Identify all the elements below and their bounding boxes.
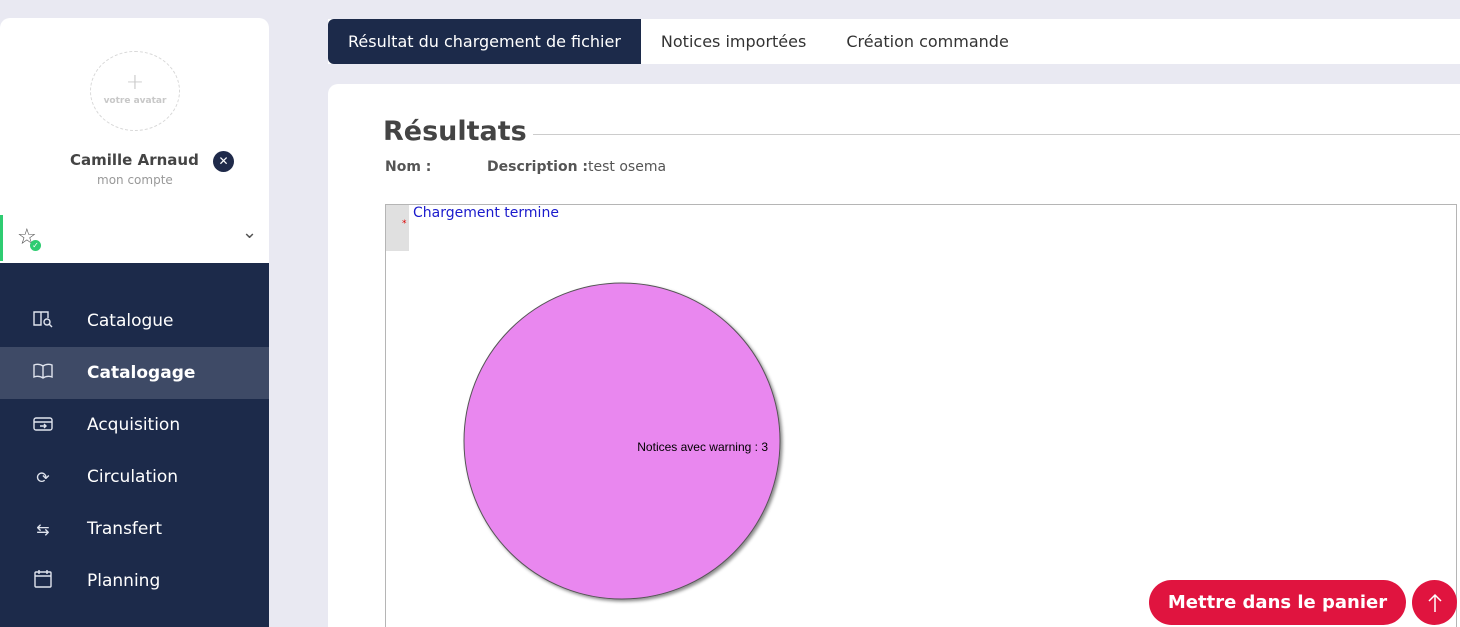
refresh-icon: ⟳ — [36, 467, 50, 487]
title-divider — [533, 134, 1460, 135]
tab-creation-commande[interactable]: Création commande — [826, 19, 1028, 64]
plus-icon: + — [125, 70, 145, 95]
avatar-label: votre avatar — [103, 96, 167, 106]
nav-item-planning[interactable]: Planning — [0, 555, 269, 607]
nav-label: Transfert — [87, 519, 163, 539]
page-title: Résultats — [383, 116, 527, 147]
description-value: test osema — [588, 159, 667, 175]
required-marker-icon: * — [402, 219, 407, 229]
sidebar: + votre avatar Camille Arnaud ✕ mon comp… — [0, 18, 269, 627]
check-badge-icon: ✓ — [30, 240, 41, 251]
nav-label: Catalogue — [87, 311, 174, 331]
results-card: Résultats Nom : Description :test osema … — [328, 84, 1460, 627]
nav-item-catalogue[interactable]: Catalogue — [0, 295, 269, 347]
description-field: Description :test osema — [487, 159, 666, 175]
tab-notices-importees[interactable]: Notices importées — [641, 19, 826, 64]
close-icon[interactable]: ✕ — [213, 151, 234, 172]
tab-resultat-chargement[interactable]: Résultat du chargement de fichier — [328, 19, 641, 64]
calendar-icon — [32, 570, 54, 592]
account-link[interactable]: mon compte — [97, 173, 173, 187]
open-book-icon — [32, 362, 54, 384]
inbox-icon — [32, 414, 54, 436]
arrow-up-icon[interactable] — [1412, 580, 1457, 625]
frame-gutter: * — [386, 205, 409, 251]
nav-label: Acquisition — [87, 415, 181, 435]
nav-item-transfert[interactable]: ⇆ Transfert — [0, 503, 269, 555]
user-name: Camille Arnaud — [70, 151, 199, 169]
tab-bar: Résultat du chargement de fichier Notice… — [328, 19, 1460, 64]
result-frame: * Chargement termine Notices avec warnin… — [385, 204, 1457, 627]
add-to-cart-button[interactable]: Mettre dans le panier — [1149, 580, 1406, 625]
avatar-upload[interactable]: + votre avatar — [90, 51, 180, 131]
transfer-arrows-icon: ⇆ — [36, 519, 50, 539]
chevron-down-icon[interactable]: ⌄ — [242, 222, 257, 243]
pie-chart: Notices avec warning : 3 — [463, 282, 781, 600]
pie-slice-label: Notices avec warning : 3 — [637, 440, 768, 454]
catalog-search-icon — [32, 310, 54, 332]
status-message: Chargement termine — [413, 205, 559, 221]
nav-item-catalogage[interactable]: Catalogage — [0, 347, 269, 399]
nav-item-circulation[interactable]: ⟳ Circulation — [0, 451, 269, 503]
favorites-toggle[interactable]: ☆ ✓ ⌄ — [0, 215, 269, 261]
nav-label: Circulation — [87, 467, 179, 487]
nav-label: Catalogage — [87, 363, 196, 383]
main-nav: Catalogue Catalogage Acquisition ⟳ Circu… — [0, 263, 269, 627]
nav-label: Planning — [87, 571, 161, 591]
description-label: Description : — [487, 159, 589, 175]
nav-item-acquisition[interactable]: Acquisition — [0, 399, 269, 451]
nom-label: Nom : — [385, 159, 432, 175]
